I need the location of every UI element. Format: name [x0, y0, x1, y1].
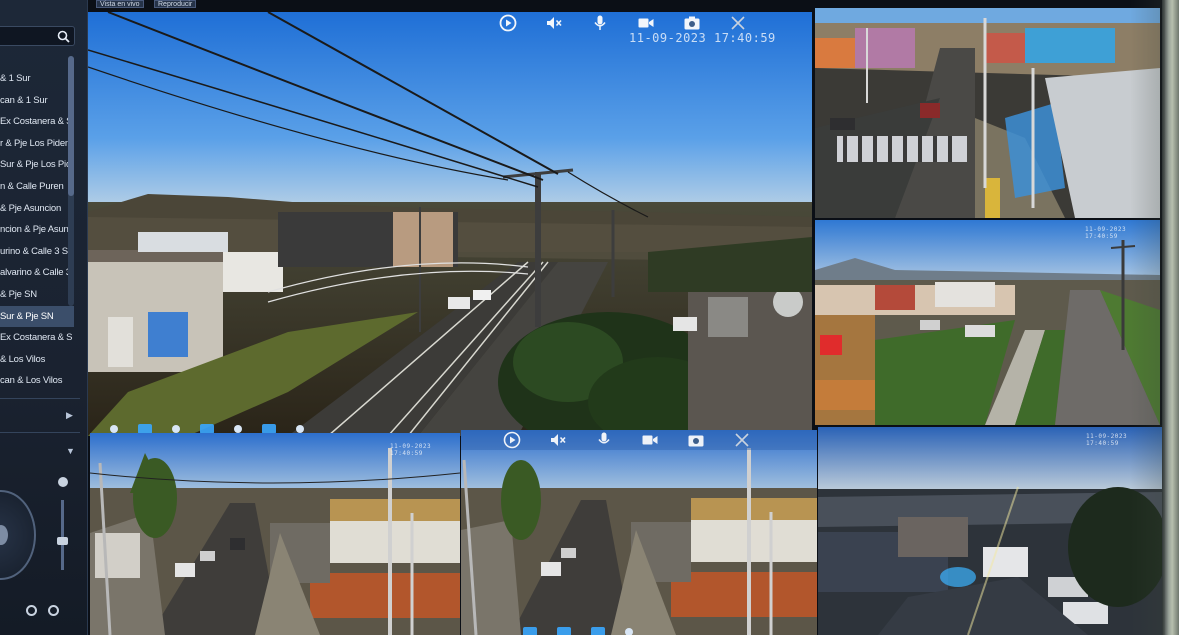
camera-list-item[interactable]: can & 1 Sur [0, 90, 74, 112]
close-icon[interactable] [729, 14, 747, 32]
monitor-bezel [1162, 0, 1179, 635]
ptz-speed-slider[interactable] [61, 500, 64, 570]
mid-right-pane-timestamp: 11-09-2023 17:40:59 [1085, 226, 1127, 240]
video-pane-top-right[interactable] [815, 8, 1160, 218]
ptz-preset-button[interactable] [26, 605, 37, 616]
camera-feed-top-right [815, 8, 1160, 218]
sidebar-divider [0, 398, 80, 399]
tab-playback[interactable]: Reproducir [154, 0, 197, 8]
camera-list-item[interactable]: Ex Costanera & Sa [0, 111, 74, 133]
camera-list-item[interactable]: & Pje SN [0, 284, 74, 306]
camera-list-item[interactable]: r & Pje Los Pidene [0, 133, 74, 155]
close-icon[interactable] [733, 431, 751, 449]
collapse-down-icon[interactable]: ▼ [66, 446, 75, 456]
camera-sidebar: & 1 Sur can & 1 Sur Ex Costanera & Sa r & P… [0, 0, 88, 635]
camera-list-item[interactable]: & 1 Sur [0, 68, 74, 90]
snapshot-icon[interactable] [687, 431, 705, 449]
bottom-middle-pane-bottom-bar [523, 627, 653, 635]
microphone-icon[interactable] [595, 431, 613, 449]
camera-list-item[interactable]: alvarino & Calle 3 [0, 262, 74, 284]
tab-live-view[interactable]: Vista en vivo [96, 0, 144, 8]
camera-list-item[interactable]: ncion & Pje Asunci [0, 219, 74, 241]
person-icon[interactable] [172, 425, 180, 433]
main-pane-timestamp: 11-09-2023 17:40:59 [629, 31, 776, 45]
camera-feed-bottom-right [818, 427, 1162, 635]
settings-icon[interactable] [296, 425, 304, 433]
camera-list-item[interactable]: Ex Costanera & S [0, 327, 74, 349]
camera-list-item[interactable]: urino & Calle 3 Su [0, 241, 74, 263]
expand-right-icon[interactable]: ▶ [66, 410, 73, 421]
video-pane-main[interactable]: 11-09-2023 17:40:59 [88, 12, 812, 436]
settings-icon[interactable] [625, 628, 633, 635]
microphone-icon[interactable] [591, 14, 609, 32]
camera-list-scrollbar[interactable] [68, 56, 74, 306]
camera-list-item[interactable]: can & Los Vilos [0, 370, 74, 392]
scrollbar-thumb[interactable] [68, 56, 74, 196]
video-pane-bottom-right[interactable]: 11-09-2023 17:40:59 [818, 427, 1162, 635]
video-pane-bottom-middle[interactable] [461, 430, 817, 635]
mute-icon[interactable] [549, 431, 567, 449]
camera-list-item[interactable]: & Los Vilos [0, 349, 74, 371]
camera-search-input[interactable] [0, 26, 75, 46]
camera-feed-bottom-left [90, 433, 460, 635]
ptz-icon[interactable] [110, 425, 118, 433]
bottom-left-pane-timestamp: 11-09-2023 17:40:59 [390, 443, 432, 457]
mute-icon[interactable] [545, 14, 563, 32]
ptz-speed-slider-knob[interactable] [57, 537, 68, 545]
record-icon[interactable] [637, 14, 655, 32]
search-icon[interactable] [57, 30, 70, 43]
video-pane-bottom-left[interactable]: 11-09-2023 17:40:59 [90, 433, 460, 635]
camera-feed-mid-right [815, 220, 1160, 425]
camera-list-item[interactable]: & Pje Asuncion [0, 198, 74, 220]
bottom-middle-pane-toolbar [503, 431, 779, 449]
smart-event-icon[interactable] [591, 627, 605, 635]
camera-list-item[interactable]: n & Calle Puren [0, 176, 74, 198]
sidebar-divider [0, 432, 80, 433]
play-icon[interactable] [503, 431, 521, 449]
motion-indicator-icon[interactable] [557, 627, 571, 635]
main-pane-toolbar [499, 14, 775, 32]
camera-list-item[interactable]: Sur & Pje SN [0, 305, 74, 328]
camera-list: & 1 Sur can & 1 Sur Ex Costanera & Sa r & P… [0, 68, 74, 392]
bottom-right-pane-timestamp: 11-09-2023 17:40:59 [1086, 433, 1128, 447]
video-pane-mid-right[interactable]: 11-09-2023 17:40:59 [815, 220, 1160, 425]
zoom-indicator [58, 477, 68, 487]
snapshot-icon[interactable] [683, 14, 701, 32]
camera-feed-main [88, 12, 812, 436]
alarm-indicator-icon[interactable] [523, 627, 537, 635]
play-icon[interactable] [499, 14, 517, 32]
camera-list-item[interactable]: Sur & Pje Los Pide [0, 154, 74, 176]
vehicle-icon[interactable] [234, 425, 242, 433]
record-icon[interactable] [641, 431, 659, 449]
camera-feed-bottom-middle [461, 430, 817, 635]
ptz-tour-button[interactable] [48, 605, 59, 616]
